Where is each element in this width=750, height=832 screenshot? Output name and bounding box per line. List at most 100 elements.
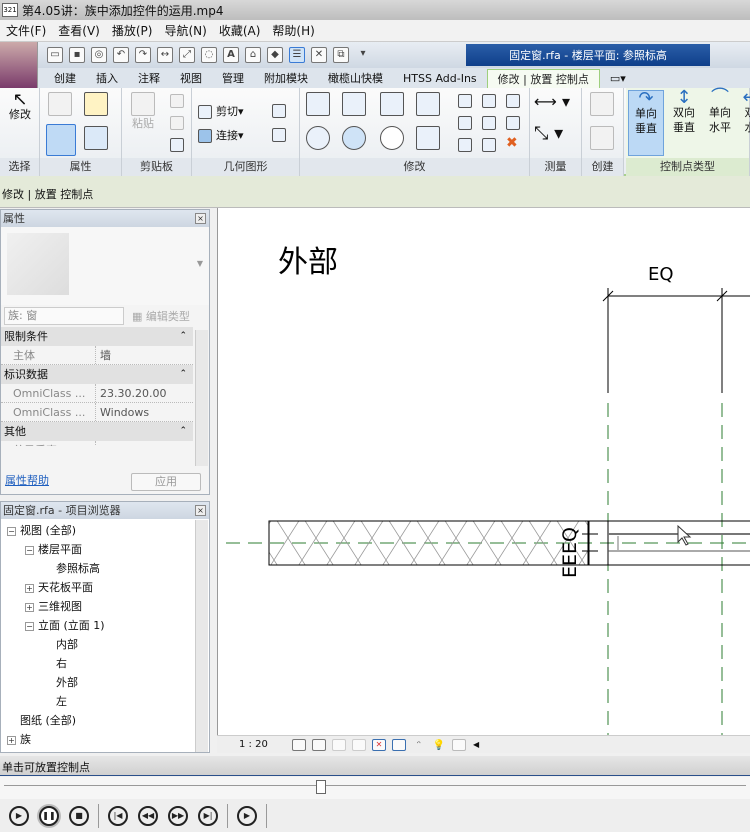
browser-item[interactable]: 参照标高	[7, 559, 209, 578]
split-icon[interactable]	[458, 94, 472, 108]
expand-icon[interactable]: +	[25, 603, 34, 612]
cut-geometry-button[interactable]: 剪切 ▾	[198, 104, 244, 119]
pin-icon[interactable]	[506, 116, 520, 130]
measure-distance-icon[interactable]: ⟷ ▾	[534, 94, 570, 110]
property-value[interactable]: ✓	[96, 441, 193, 446]
application-menu-button[interactable]	[0, 42, 38, 88]
reveal-hidden-icon[interactable]: 💡	[432, 739, 446, 751]
property-row[interactable]: 总是垂直✓	[1, 441, 193, 446]
view-scale[interactable]: 1 : 20	[239, 739, 289, 750]
family-types-icon[interactable]	[48, 92, 72, 116]
browser-item[interactable]: 图纸 (全部)	[7, 711, 209, 730]
section-icon[interactable]: ◆	[267, 47, 283, 63]
visual-style-icon[interactable]	[312, 738, 326, 751]
single-horizontal-button[interactable]: ⌒ 单向 水平	[702, 89, 738, 156]
offset-icon[interactable]	[342, 92, 366, 116]
collapse-icon[interactable]: ⌃	[179, 365, 187, 384]
type-selector[interactable]: ▼	[1, 227, 209, 305]
collapse-icon[interactable]: −	[25, 546, 34, 555]
redo-icon[interactable]: ↷	[135, 47, 151, 63]
drawing-canvas[interactable]: 外部 EQ EEEQ	[217, 208, 750, 735]
previous-icon[interactable]: |◀	[108, 805, 128, 826]
browser-item[interactable]: + 族	[7, 730, 209, 749]
browser-item[interactable]: 内部	[7, 635, 209, 654]
tab-insert[interactable]: 插入	[86, 69, 128, 88]
browser-item[interactable]: 左	[7, 692, 209, 711]
browser-scrollbar[interactable]	[195, 520, 208, 752]
copy-icon[interactable]	[170, 116, 184, 130]
shadows-icon[interactable]	[352, 738, 366, 751]
browser-item[interactable]: + 天花板平面	[7, 578, 209, 597]
browser-item[interactable]: − 立面 (立面 1)	[7, 616, 209, 635]
menu-play[interactable]: 播放(P)	[106, 22, 159, 39]
top-eq-dimension[interactable]: EQ	[602, 264, 750, 393]
property-row[interactable]: 主体墙	[1, 346, 193, 365]
split-gap-icon[interactable]	[482, 94, 496, 108]
tab-htss[interactable]: HTSS Add-Ins	[393, 69, 487, 88]
reference-plane-lines[interactable]	[226, 403, 750, 735]
dimension-icon[interactable]: ⤡ ▾	[534, 125, 563, 143]
property-group[interactable]: 限制条件 ⌃	[1, 327, 193, 346]
fast-forward-icon[interactable]: ▶▶	[168, 805, 188, 826]
mirror-pick-axis-icon[interactable]	[380, 92, 404, 116]
modify-button[interactable]: ↖ 修改	[4, 91, 36, 122]
rotate-icon[interactable]	[380, 126, 404, 150]
customize-icon[interactable]: ▾	[355, 47, 371, 63]
double-horizontal-button[interactable]: ←双水	[740, 90, 750, 156]
properties-help-link[interactable]: 属性帮助	[5, 472, 49, 488]
analytical-model-icon[interactable]	[452, 738, 466, 751]
scale-icon[interactable]	[482, 116, 496, 130]
tag-icon[interactable]: ◌	[201, 47, 217, 63]
trim-extend-icon[interactable]	[416, 126, 440, 150]
menu-navigate[interactable]: 导航(N)	[158, 22, 212, 39]
copy-element-icon[interactable]	[342, 126, 366, 150]
sync-icon[interactable]: ◎	[91, 47, 107, 63]
mirror-draw-axis-icon[interactable]	[416, 92, 440, 116]
expand-icon[interactable]: +	[7, 736, 16, 745]
ribbon-minimize-icon[interactable]: ▭▾	[600, 69, 636, 88]
stop-icon[interactable]: ■	[69, 805, 89, 826]
switch-windows-icon[interactable]: ⧉	[333, 47, 349, 63]
edit-type-button[interactable]: ▦ 编辑类型	[132, 308, 190, 324]
tab-manage[interactable]: 管理	[212, 69, 254, 88]
trim-single-icon[interactable]	[458, 138, 472, 152]
trim-multiple-icon[interactable]	[482, 138, 496, 152]
show-crop-icon[interactable]	[392, 738, 406, 751]
property-group[interactable]: 其他 ⌃	[1, 422, 193, 441]
tab-ganlanshan[interactable]: 橄榄山快模	[318, 69, 393, 88]
delete-icon[interactable]: ✖	[506, 136, 518, 151]
next-icon[interactable]: ▶|	[198, 805, 218, 826]
sun-path-icon[interactable]	[332, 738, 346, 751]
type-properties-icon[interactable]	[84, 126, 108, 150]
join-geometry-button[interactable]: 连接 ▾	[198, 128, 244, 143]
property-row[interactable]: OmniClass ... Windows	[1, 403, 193, 422]
frame-step-icon[interactable]: ▶	[237, 805, 257, 826]
property-group[interactable]: 标识数据 ⌃	[1, 365, 193, 384]
browser-item[interactable]: 外部	[7, 673, 209, 692]
open-icon[interactable]: ▭	[47, 47, 63, 63]
menu-file[interactable]: 文件(F)	[0, 22, 52, 39]
properties-scrollbar[interactable]	[195, 330, 208, 466]
side-eq-dimension[interactable]: EEEQ	[559, 521, 598, 578]
close-icon[interactable]: ×	[195, 213, 206, 224]
save-icon[interactable]: ▪	[69, 47, 85, 63]
pause-icon[interactable]: ❚❚	[39, 805, 59, 826]
tab-create[interactable]: 创建	[44, 69, 86, 88]
expand-icon[interactable]: +	[25, 584, 34, 593]
undo-icon[interactable]: ↶	[113, 47, 129, 63]
tab-view[interactable]: 视图	[170, 69, 212, 88]
browser-item[interactable]: 右	[7, 654, 209, 673]
property-value[interactable]: 墙	[96, 346, 193, 364]
array-icon[interactable]	[458, 116, 472, 130]
tab-annotate[interactable]: 注释	[128, 69, 170, 88]
detail-level-icon[interactable]	[292, 738, 306, 751]
thin-lines-icon[interactable]: ☰	[289, 47, 305, 63]
close-icon[interactable]: ×	[195, 505, 206, 516]
browser-item[interactable]: + 三维视图	[7, 597, 209, 616]
text-icon[interactable]: A	[223, 47, 239, 63]
rewind-icon[interactable]: ◀◀	[138, 805, 158, 826]
wall[interactable]	[268, 520, 590, 566]
paste-button[interactable]: 粘贴	[128, 92, 158, 131]
unpin-icon[interactable]	[506, 94, 520, 108]
create-group-icon[interactable]	[590, 126, 614, 150]
